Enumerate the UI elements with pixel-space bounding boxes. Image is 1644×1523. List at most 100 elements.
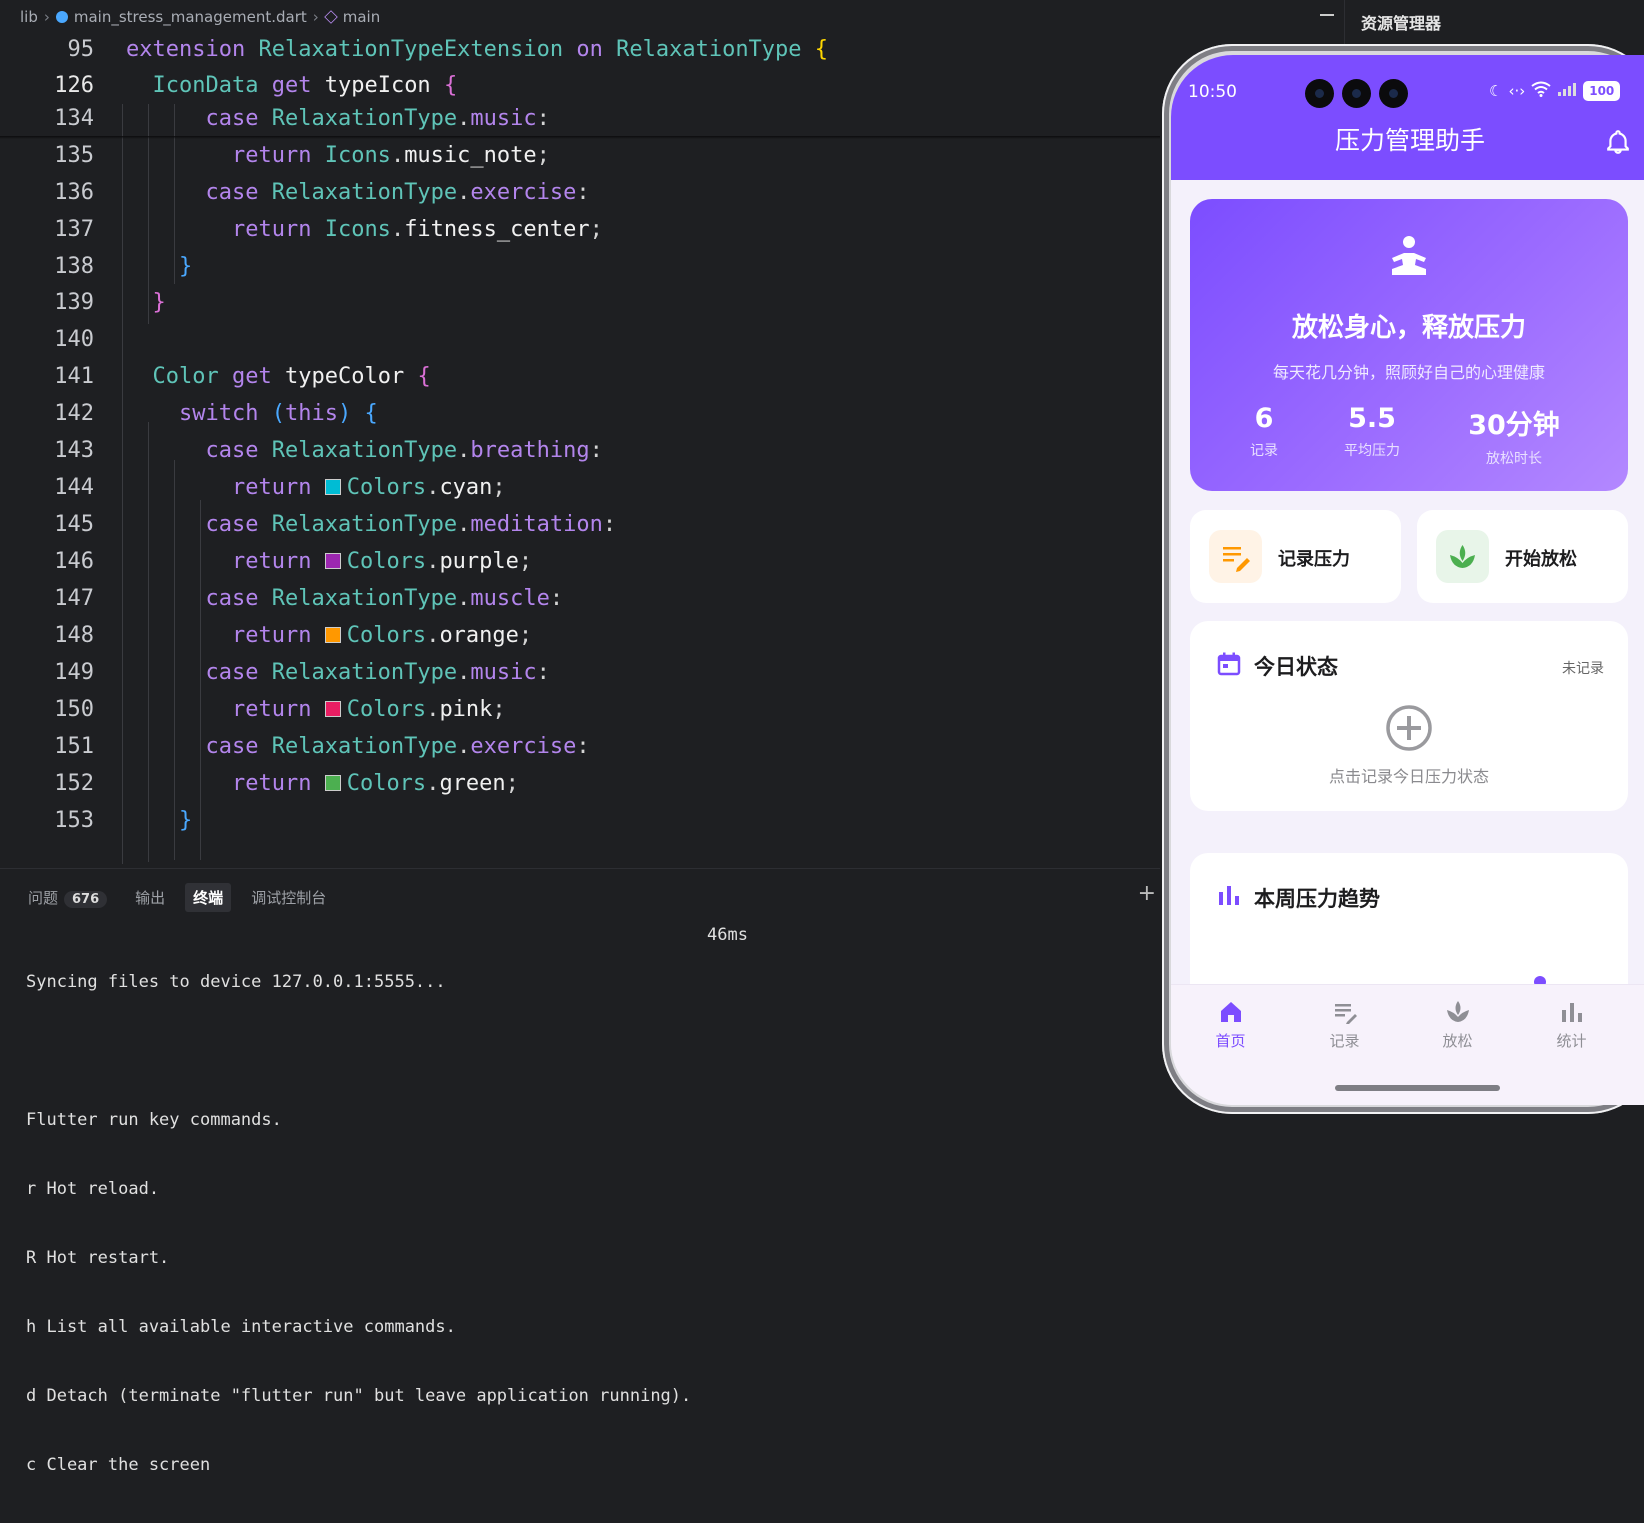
code-text: return Colors.pink;: [231, 696, 506, 722]
stat-label: 放松时长: [1486, 451, 1542, 467]
code-line[interactable]: 138 }: [0, 247, 1160, 285]
nav-records[interactable]: 记录: [1285, 985, 1404, 1051]
code-line[interactable]: 137 return Icons.fitness_center;: [0, 210, 1160, 248]
code-line[interactable]: 148 return Colors.orange;: [0, 616, 1160, 654]
code-line[interactable]: 147 case RelaxationType.muscle:: [0, 579, 1160, 617]
terminal-time: 46ms: [707, 925, 748, 945]
problems-count-badge: 676: [64, 891, 108, 908]
breadcrumb-symbol[interactable]: main: [343, 8, 380, 26]
line-number: 149: [54, 659, 94, 685]
today-hint: 点击记录今日压力状态: [1328, 767, 1489, 786]
status-time: 10:50: [1188, 82, 1237, 102]
breadcrumb-root[interactable]: lib: [20, 8, 38, 26]
color-swatch-cyan[interactable]: [324, 478, 341, 495]
explorer-title: 资源管理器: [1361, 14, 1442, 33]
code-editor[interactable]: lib › main_stress_management.dart › main…: [0, 0, 1160, 868]
code-text: case RelaxationType.exercise:: [205, 179, 590, 205]
nav-stats[interactable]: 统计: [1512, 985, 1631, 1051]
hero-title: 放松身心，释放压力: [1291, 313, 1526, 343]
tab-output[interactable]: 输出: [127, 883, 173, 912]
code-line[interactable]: 143 case RelaxationType.breathing:: [0, 431, 1160, 469]
line-number: 134: [54, 105, 94, 131]
app-bar: 10:50 ☾ ‹·› 100 压力管理助手: [1171, 55, 1644, 180]
code-line[interactable]: 150 return Colors.pink;: [0, 690, 1160, 728]
line-number: 144: [54, 474, 94, 500]
app-title: 压力管理助手: [1334, 126, 1485, 155]
code-text: IconData get typeIcon {: [152, 72, 458, 98]
color-swatch-green[interactable]: [324, 774, 341, 791]
moon-icon: ☾: [1489, 82, 1503, 100]
line-number: 142: [54, 400, 94, 426]
terminal-line: c Clear the screen: [26, 1455, 211, 1475]
tab-terminal[interactable]: 终端: [185, 883, 232, 912]
status-icons: ☾ ‹·› 100: [1489, 81, 1621, 101]
tab-debug-console[interactable]: 调试控制台: [243, 883, 334, 912]
line-number: 138: [54, 253, 94, 279]
nav-home[interactable]: 首页: [1171, 985, 1290, 1051]
code-line[interactable]: 136 case RelaxationType.exercise:: [0, 173, 1160, 211]
terminal-output[interactable]: Syncing files to device 127.0.0.1:5555..…: [26, 925, 691, 1523]
code-text: Color get typeColor {: [152, 363, 431, 389]
code-line[interactable]: 145 case RelaxationType.meditation:: [0, 505, 1160, 543]
terminal-line: h List all available interactive command…: [26, 1317, 456, 1337]
code-line[interactable]: 152 return Colors.green;: [0, 764, 1160, 802]
code-text: }: [178, 253, 193, 279]
code-text: case RelaxationType.exercise:: [205, 733, 590, 759]
code-text: case RelaxationType.music:: [205, 659, 550, 685]
new-terminal-button[interactable]: +: [1138, 881, 1156, 906]
hero-card: 放松身心，释放压力 每天花几分钟，照顾好自己的心理健康 6 记录 5.5 平均压…: [1190, 199, 1628, 491]
quick-action-label: 记录压力: [1278, 549, 1350, 570]
breadcrumb-file[interactable]: main_stress_management.dart: [74, 8, 307, 26]
signal-icon: [1557, 81, 1577, 101]
line-number: 146: [54, 548, 94, 574]
today-status-card[interactable]: 今日状态 未记录 点击记录今日压力状态: [1190, 621, 1628, 811]
code-text: case RelaxationType.muscle:: [205, 585, 564, 611]
chevron-right-icon: ›: [43, 8, 50, 26]
code-line[interactable]: 146 return Colors.purple;: [0, 542, 1160, 580]
nav-label: 统计: [1556, 1032, 1587, 1050]
color-swatch-purple[interactable]: [324, 552, 341, 569]
minimize-icon[interactable]: [1320, 14, 1334, 16]
nav-relax[interactable]: 放松: [1398, 985, 1517, 1051]
stat-average-stress: 5.5 平均压力: [1332, 403, 1412, 460]
code-text: return Colors.purple;: [231, 548, 533, 574]
code-line[interactable]: 134 case RelaxationType.music:: [0, 99, 1160, 137]
tab-problems[interactable]: 问题 676: [20, 883, 115, 912]
record-stress-button[interactable]: 记录压力: [1190, 510, 1401, 603]
edit-note-icon: [1334, 1004, 1357, 1024]
terminal-line: Flutter run key commands.: [26, 1110, 282, 1130]
code-line[interactable]: 149 case RelaxationType.music:: [0, 653, 1160, 691]
bell-icon[interactable]: [1605, 129, 1631, 155]
camera-icon: [1305, 79, 1334, 108]
calendar-icon: [1217, 652, 1241, 676]
code-text: return Colors.orange;: [231, 622, 533, 648]
line-number: 152: [54, 770, 94, 796]
color-swatch-pink[interactable]: [324, 700, 341, 717]
code-text: return Icons.fitness_center;: [231, 216, 603, 242]
code-text: return Colors.cyan;: [231, 474, 506, 500]
color-swatch-orange[interactable]: [324, 626, 341, 643]
code-line[interactable]: 135 return Icons.music_note;: [0, 136, 1160, 174]
symbol-icon: [323, 10, 338, 24]
code-line[interactable]: 153 }: [0, 801, 1160, 839]
code-line[interactable]: 139 }: [0, 283, 1160, 321]
code-line[interactable]: 144 return Colors.cyan;: [0, 468, 1160, 506]
code-line[interactable]: 141 Color get typeColor {: [0, 357, 1160, 395]
chevron-right-icon: ›: [312, 8, 319, 26]
code-line[interactable]: 142 switch (this) {: [0, 394, 1160, 432]
line-number: 126: [54, 72, 94, 98]
phone-screen: 10:50 ☾ ‹·› 100 压力管理助手 放松身心，释放压力 每天花几分钟，…: [1171, 55, 1644, 1105]
code-line[interactable]: 140: [0, 320, 1160, 358]
code-text: case RelaxationType.music:: [205, 105, 550, 131]
line-number: 95: [67, 36, 95, 62]
code-line[interactable]: 151 case RelaxationType.exercise:: [0, 727, 1160, 765]
breadcrumb: lib › main_stress_management.dart › main: [0, 0, 1160, 34]
code-line[interactable]: 95 extension RelaxationTypeExtension on …: [0, 30, 1160, 68]
home-indicator[interactable]: [1335, 1085, 1500, 1091]
terminal-line: d Detach (terminate "flutter run" but le…: [26, 1386, 692, 1406]
battery-icon: 100: [1583, 81, 1621, 101]
start-relax-button[interactable]: 开始放松: [1417, 510, 1628, 603]
tab-label: 问题: [28, 889, 59, 907]
code-text: extension RelaxationTypeExtension on Rel…: [126, 36, 829, 62]
add-circle-icon[interactable]: [1384, 703, 1434, 753]
